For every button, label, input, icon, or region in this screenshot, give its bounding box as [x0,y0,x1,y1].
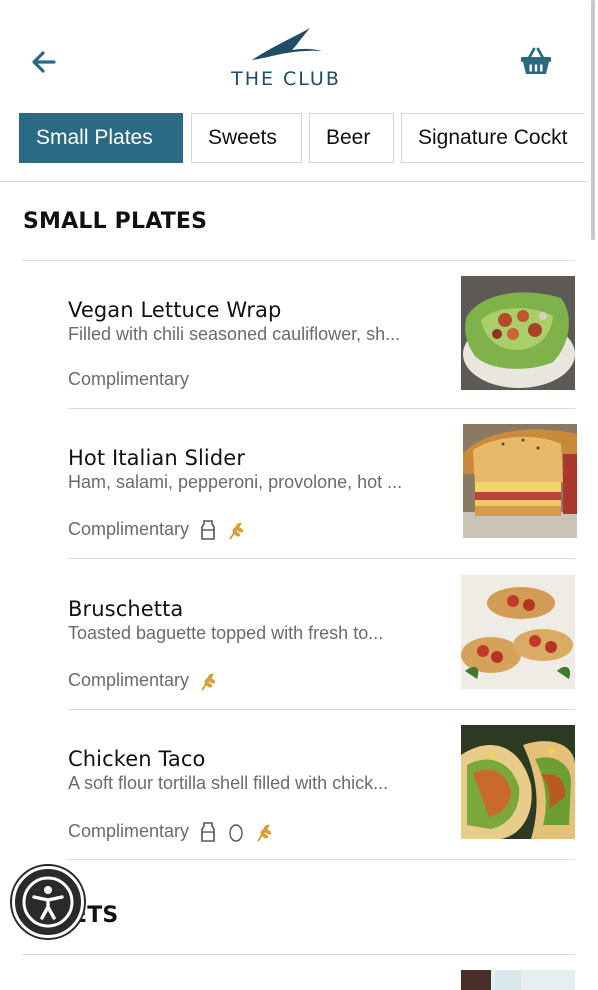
app-header: THE CLUB [0,0,598,110]
menu-item-chicken-taco[interactable]: Chicken Taco A soft flour tortilla shell… [68,725,575,857]
item-divider [68,859,575,860]
item-price-row: Complimentary [68,821,273,842]
item-divider [68,558,575,559]
item-price: Complimentary [68,369,190,389]
section-title-small-plates: SMALL PLATES [23,209,208,234]
item-description: A soft flour tortilla shell filled with … [68,773,389,793]
milk-icon [201,519,215,540]
menu-item-hot-italian-slider[interactable]: Hot Italian Slider Ham, salami, pepperon… [68,424,577,556]
item-price: Complimentary [68,821,190,841]
section-divider [22,954,575,955]
arrow-left-icon [32,51,56,73]
brand-name: THE CLUB [231,68,341,90]
item-divider [68,408,575,409]
egg-icon [229,823,243,842]
milk-icon [201,821,215,842]
item-photo [461,276,575,390]
item-photo [461,725,575,839]
item-photo [461,575,575,689]
brand-logo: THE CLUB [226,26,346,92]
item-photo [463,424,577,538]
item-price: Complimentary [68,519,190,539]
item-price: Complimentary [68,670,190,690]
item-divider [68,709,575,710]
item-price-row: Complimentary [68,670,217,691]
back-button[interactable] [28,46,60,78]
tab-signature-cocktails[interactable]: Signature Cockt [401,113,584,163]
item-name: Chicken Taco [68,747,206,771]
item-price-row: Complimentary [68,369,189,390]
accessibility-button[interactable] [12,866,84,938]
menu-item-vegan-lettuce-wrap[interactable]: Vegan Lettuce Wrap Filled with chili sea… [68,276,575,408]
scrollbar[interactable] [591,0,595,240]
wheat-icon [257,824,272,841]
tab-sweets[interactable]: Sweets [191,113,302,163]
wheat-icon [201,673,216,690]
section-divider [22,260,575,261]
menu-item-bruschetta[interactable]: Bruschetta Toasted baguette topped with … [68,575,575,707]
item-name: Bruschetta [68,597,184,621]
wheat-icon [229,522,244,539]
tabs-divider [0,181,588,182]
item-description: Toasted baguette topped with fresh to... [68,623,384,643]
logo-swoosh-icon [252,28,322,60]
tab-small-plates[interactable]: Small Plates [19,113,183,163]
item-description: Filled with chili seasoned cauliflower, … [68,324,401,344]
category-tabs: Small Plates Sweets Beer Signature Cockt [0,113,584,165]
item-name: Hot Italian Slider [68,446,246,470]
item-name: Vegan Lettuce Wrap [68,298,282,322]
cart-button[interactable] [518,46,554,78]
tab-beer[interactable]: Beer [309,113,394,163]
item-description: Ham, salami, pepperoni, provolone, hot .… [68,472,403,492]
item-photo [461,970,575,990]
basket-icon [521,47,551,74]
item-price-row: Complimentary [68,519,245,540]
accessibility-icon [22,876,74,928]
